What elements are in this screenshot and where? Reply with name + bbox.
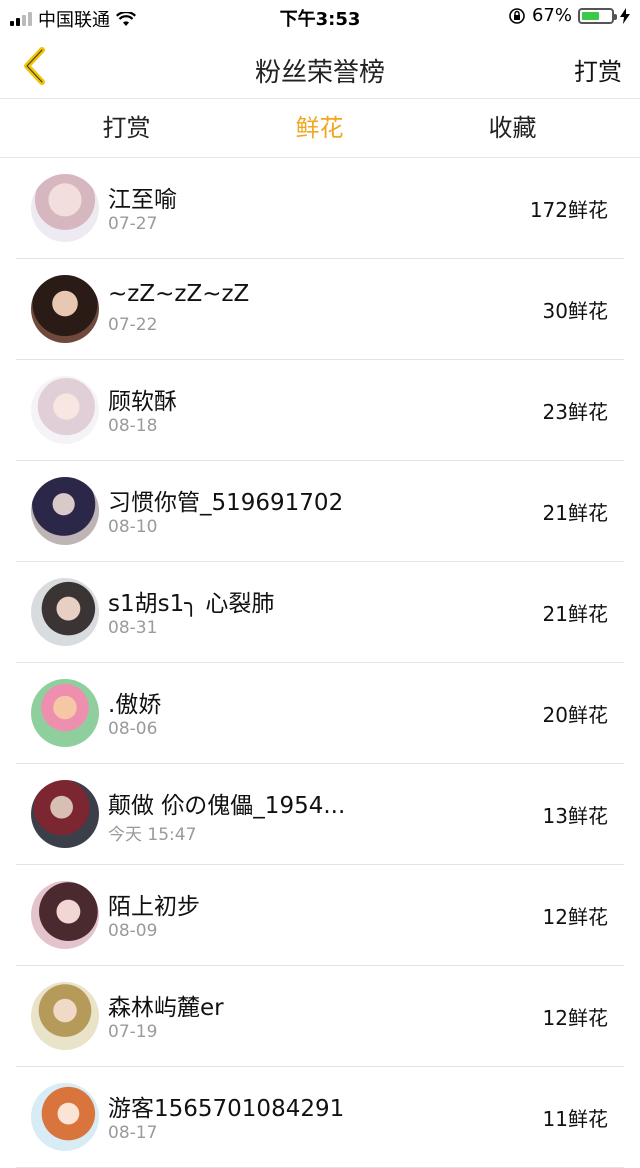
list-item[interactable]: 习惯你管_519691702 08-10 21鲜花	[16, 461, 624, 562]
list-item[interactable]: 森林屿麓er 07-19 12鲜花	[16, 966, 624, 1067]
charging-icon	[620, 7, 630, 24]
fan-name: ~zZ~zZ~zZ	[108, 281, 250, 307]
list-item[interactable]: ~zZ~zZ~zZ 07-22 30鲜花	[16, 259, 624, 360]
list-item[interactable]: 江至喻 07-27 172鲜花	[16, 158, 624, 259]
reward-button[interactable]: 打赏	[574, 52, 622, 87]
fan-name: 颠做 伱の傀儡_1954...	[108, 793, 346, 819]
flower-count: 30鲜花	[542, 299, 608, 323]
flower-count: 13鲜花	[542, 804, 608, 828]
flower-count: 172鲜花	[529, 198, 608, 222]
fan-name: 江至喻	[108, 187, 177, 213]
fan-date: 08-18	[108, 416, 158, 436]
avatar	[31, 1083, 99, 1151]
fan-date: 今天 15:47	[108, 825, 197, 845]
fan-date: 07-27	[108, 214, 158, 234]
fan-name: 顾软酥	[108, 389, 177, 415]
flower-count: 20鲜花	[542, 703, 608, 727]
page-title: 粉丝荣誉榜	[254, 58, 385, 88]
battery-percent: 67%	[531, 5, 572, 26]
fan-date: 08-06	[108, 719, 158, 739]
list-item[interactable]: 陌上初步 08-09 12鲜花	[16, 865, 624, 966]
fan-name: s1胡s1╮ 心裂肺	[108, 591, 275, 617]
flower-count: 21鲜花	[542, 602, 608, 626]
flower-count: 12鲜花	[542, 1006, 608, 1030]
fan-name: 游客1565701084291	[108, 1096, 345, 1122]
flower-count: 11鲜花	[542, 1107, 608, 1131]
tab-flowers[interactable]: 鲜花	[223, 99, 416, 157]
battery-icon	[578, 7, 617, 24]
avatar	[31, 174, 99, 242]
status-right: 67%	[508, 5, 630, 26]
status-bar: 中国联通 下午3:53 67%	[0, 0, 640, 34]
tab-favorites[interactable]: 收藏	[416, 99, 609, 157]
fan-date: 07-19	[108, 1022, 158, 1042]
list-item[interactable]: 颠做 伱の傀儡_1954... 今天 15:47 13鲜花	[16, 764, 624, 865]
tab-bar: 打赏 鲜花 收藏	[0, 99, 640, 158]
flower-count: 23鲜花	[542, 400, 608, 424]
tab-reward[interactable]: 打赏	[30, 99, 223, 157]
avatar	[31, 376, 99, 444]
fan-date: 08-17	[108, 1123, 158, 1143]
fan-list: 江至喻 07-27 172鲜花 ~zZ~zZ~zZ 07-22 30鲜花 顾软酥…	[0, 158, 640, 1168]
fan-date: 08-09	[108, 921, 158, 941]
avatar	[31, 982, 99, 1050]
avatar	[31, 477, 99, 545]
rotation-lock-icon	[509, 7, 525, 24]
list-item[interactable]: 顾软酥 08-18 23鲜花	[16, 360, 624, 461]
fan-date: 07-22	[108, 315, 158, 335]
fan-name: 习惯你管_519691702	[108, 490, 344, 516]
fan-date: 08-10	[108, 517, 158, 537]
fan-name: 森林屿麓er	[108, 995, 224, 1021]
list-item[interactable]: .傲娇 08-06 20鲜花	[16, 663, 624, 764]
list-item[interactable]: s1胡s1╮ 心裂肺 08-31 21鲜花	[16, 562, 624, 663]
battery-fill	[582, 11, 600, 20]
avatar	[31, 578, 99, 646]
flower-count: 12鲜花	[542, 905, 608, 929]
fan-date: 08-31	[108, 618, 158, 638]
avatar	[31, 881, 99, 949]
avatar	[31, 679, 99, 747]
list-item[interactable]: 游客1565701084291 08-17 11鲜花	[16, 1067, 624, 1168]
avatar	[31, 780, 99, 848]
fan-name: .傲娇	[108, 692, 162, 718]
avatar	[31, 275, 99, 343]
nav-bar: 粉丝荣誉榜 打赏	[0, 34, 640, 99]
flower-count: 21鲜花	[542, 501, 608, 525]
fan-name: 陌上初步	[108, 894, 200, 920]
